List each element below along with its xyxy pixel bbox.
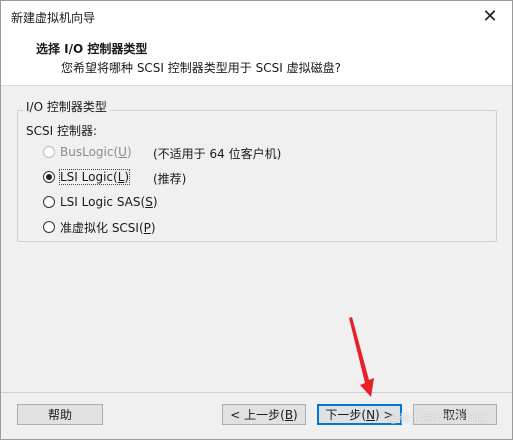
- footer-separator: [1, 392, 512, 393]
- back-button-label-end: ): [293, 407, 298, 422]
- radio-lsi-logic-label: LSI Logic(L): [58, 169, 131, 185]
- scsi-controller-label: SCSI 控制器:: [26, 124, 98, 138]
- next-button-mnemonic: N: [366, 407, 376, 422]
- wizard-content: I/O 控制器类型 SCSI 控制器: BusLogic(U) (不适用于 64…: [1, 86, 512, 392]
- close-button[interactable]: ✕: [468, 1, 512, 32]
- radio-buslogic-circle[interactable]: [43, 146, 55, 158]
- lsi-logic-note: (推荐): [153, 172, 187, 186]
- radio-paravirtual-scsi-circle[interactable]: [43, 221, 55, 233]
- radio-buslogic[interactable]: BusLogic(U): [43, 143, 132, 161]
- groupbox-label: I/O 控制器类型: [23, 98, 110, 115]
- buslogic-note: (不适用于 64 位客户机): [153, 147, 282, 161]
- radio-lsi-logic-circle[interactable]: [43, 171, 55, 183]
- page-subtitle: 您希望将哪种 SCSI 控制器类型用于 SCSI 虚拟磁盘?: [61, 61, 341, 75]
- radio-paravirtual-scsi[interactable]: 准虚拟化 SCSI(P): [43, 218, 156, 236]
- wizard-window: 新建虚拟机向导 ✕ 选择 I/O 控制器类型 您希望将哪种 SCSI 控制器类型…: [0, 0, 513, 440]
- back-button-label: < 上一步(: [230, 408, 285, 422]
- help-button[interactable]: 帮助: [17, 404, 103, 425]
- window-title: 新建虚拟机向导: [11, 11, 96, 25]
- close-icon: ✕: [482, 6, 498, 27]
- next-button-label: 下一步(: [325, 408, 367, 422]
- back-button-mnemonic: B: [284, 407, 294, 422]
- title-bar: 新建虚拟机向导 ✕: [1, 1, 512, 32]
- radio-lsi-logic[interactable]: LSI Logic(L): [43, 168, 131, 186]
- radio-paravirtual-scsi-label: 准虚拟化 SCSI(P): [60, 220, 156, 235]
- page-title: 选择 I/O 控制器类型: [36, 42, 148, 56]
- back-button[interactable]: < 上一步(B): [222, 404, 306, 425]
- radio-lsi-logic-sas-label: LSI Logic SAS(S): [60, 195, 158, 209]
- wizard-header: 选择 I/O 控制器类型 您希望将哪种 SCSI 控制器类型用于 SCSI 虚拟…: [1, 32, 512, 86]
- radio-buslogic-label: BusLogic(U): [60, 145, 132, 159]
- radio-lsi-logic-sas-circle[interactable]: [43, 196, 55, 208]
- watermark: @稀土掘金技术社区: [388, 412, 487, 425]
- radio-lsi-logic-sas[interactable]: LSI Logic SAS(S): [43, 193, 158, 211]
